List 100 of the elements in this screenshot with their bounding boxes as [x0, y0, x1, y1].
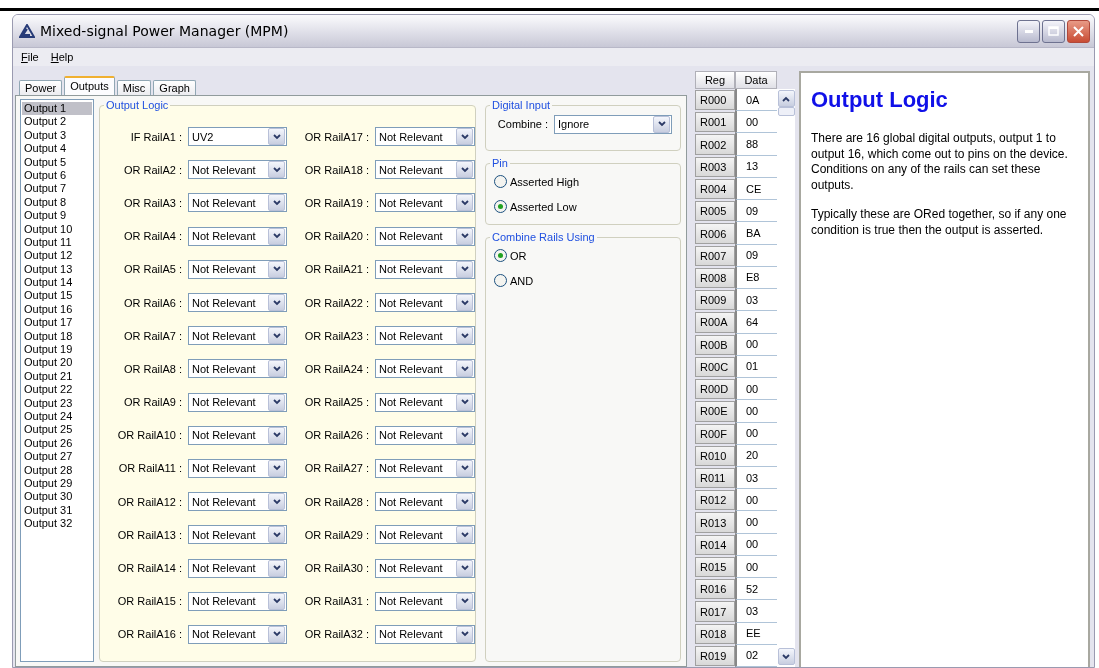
- dropdown[interactable]: Not Relevant: [375, 458, 475, 478]
- register-button[interactable]: R017: [695, 601, 735, 622]
- list-item[interactable]: Output 15: [22, 289, 92, 303]
- list-item[interactable]: Output 18: [22, 329, 92, 344]
- dropdown[interactable]: Not Relevant: [375, 359, 475, 379]
- list-item[interactable]: Output 22: [22, 383, 92, 397]
- dropdown[interactable]: Not Relevant: [375, 492, 475, 512]
- radio-button[interactable]: [494, 249, 507, 262]
- list-item[interactable]: Output 3: [22, 128, 92, 143]
- register-button[interactable]: R00C: [695, 356, 735, 378]
- dropdown[interactable]: Not Relevant: [375, 525, 475, 545]
- scroll-thumb[interactable]: [777, 107, 795, 116]
- register-button[interactable]: R001: [695, 112, 735, 133]
- list-item[interactable]: Output 8: [22, 195, 92, 210]
- list-item[interactable]: Output 17: [22, 316, 92, 330]
- register-button[interactable]: R010: [695, 445, 735, 466]
- list-item[interactable]: Output 27: [22, 450, 92, 464]
- list-item[interactable]: Output 1: [22, 102, 92, 116]
- register-button[interactable]: R002: [695, 134, 735, 155]
- list-item[interactable]: Output 9: [22, 209, 92, 223]
- dropdown[interactable]: Not Relevant: [188, 492, 287, 512]
- register-button[interactable]: R019: [695, 645, 735, 667]
- minimize-button[interactable]: [1017, 19, 1040, 43]
- tab[interactable]: Power: [19, 80, 63, 95]
- register-button[interactable]: R008: [695, 267, 735, 289]
- register-button[interactable]: R00B: [695, 334, 735, 355]
- register-button[interactable]: R011: [695, 468, 735, 489]
- list-item[interactable]: Output 26: [22, 436, 92, 451]
- list-item[interactable]: Output 12: [22, 249, 92, 263]
- list-item[interactable]: Output 23: [22, 396, 92, 410]
- register-button[interactable]: R007: [695, 245, 735, 266]
- list-item[interactable]: Output 10: [22, 222, 92, 236]
- menu-item[interactable]: File: [21, 51, 39, 63]
- dropdown[interactable]: Not Relevant: [375, 293, 475, 313]
- register-button[interactable]: R012: [695, 490, 735, 511]
- tab[interactable]: Graph: [153, 80, 196, 95]
- list-item[interactable]: Output 20: [22, 356, 92, 370]
- maximize-button[interactable]: [1042, 19, 1065, 43]
- dropdown[interactable]: Not Relevant: [188, 193, 287, 213]
- dropdown[interactable]: UV2: [188, 127, 287, 147]
- register-button[interactable]: R004: [695, 178, 735, 200]
- tab[interactable]: Outputs: [64, 76, 115, 95]
- dropdown[interactable]: Not Relevant: [188, 259, 287, 279]
- register-button[interactable]: R003: [695, 156, 735, 177]
- dropdown[interactable]: Not Relevant: [188, 458, 287, 478]
- radio-button[interactable]: [494, 274, 507, 287]
- list-item[interactable]: Output 11: [22, 235, 92, 250]
- register-button[interactable]: R018: [695, 623, 735, 644]
- register-button[interactable]: R000: [695, 90, 735, 111]
- register-button[interactable]: R005: [695, 201, 735, 222]
- list-item[interactable]: Output 29: [22, 476, 92, 491]
- dropdown[interactable]: Not Relevant: [188, 293, 287, 313]
- list-item[interactable]: Output 24: [22, 410, 92, 424]
- list-item[interactable]: Output 32: [22, 517, 92, 531]
- dropdown[interactable]: Not Relevant: [375, 591, 475, 611]
- register-button[interactable]: R00F: [695, 423, 735, 444]
- list-item[interactable]: Output 5: [22, 155, 92, 169]
- scrollbar[interactable]: [777, 89, 795, 667]
- list-item[interactable]: Output 31: [22, 503, 92, 518]
- list-item[interactable]: Output 4: [22, 142, 92, 156]
- dropdown[interactable]: Not Relevant: [188, 525, 287, 545]
- list-item[interactable]: Output 16: [22, 302, 92, 317]
- dropdown[interactable]: Not Relevant: [188, 425, 287, 445]
- dropdown[interactable]: Not Relevant: [375, 259, 475, 279]
- register-button[interactable]: R014: [695, 534, 735, 555]
- menu-item[interactable]: Help: [50, 51, 74, 63]
- list-item[interactable]: Output 14: [22, 276, 92, 290]
- dropdown[interactable]: Not Relevant: [375, 624, 475, 644]
- dropdown[interactable]: Not Relevant: [375, 127, 475, 147]
- close-button[interactable]: [1067, 19, 1090, 43]
- dropdown[interactable]: Not Relevant: [375, 425, 475, 445]
- register-button[interactable]: R006: [695, 223, 735, 244]
- radio-button[interactable]: [494, 200, 507, 213]
- list-item[interactable]: Output 21: [22, 369, 92, 384]
- tab[interactable]: Misc: [116, 80, 152, 95]
- dropdown[interactable]: Not Relevant: [375, 226, 475, 246]
- register-button[interactable]: R015: [695, 556, 735, 578]
- dropdown[interactable]: Ignore: [554, 114, 672, 134]
- list-item[interactable]: Output 13: [22, 262, 92, 277]
- dropdown[interactable]: Not Relevant: [188, 160, 287, 180]
- list-item[interactable]: Output 28: [22, 463, 92, 477]
- dropdown[interactable]: Not Relevant: [375, 160, 475, 180]
- list-item[interactable]: Output 30: [22, 490, 92, 504]
- dropdown[interactable]: Not Relevant: [188, 624, 287, 644]
- list-item[interactable]: Output 19: [22, 343, 92, 357]
- dropdown[interactable]: Not Relevant: [375, 326, 475, 346]
- register-button[interactable]: R00D: [695, 379, 735, 400]
- register-button[interactable]: R009: [695, 290, 735, 311]
- register-button[interactable]: R013: [695, 512, 735, 533]
- dropdown[interactable]: Not Relevant: [188, 326, 287, 346]
- list-item[interactable]: Output 6: [22, 168, 92, 183]
- radio-button[interactable]: [494, 175, 507, 188]
- list-item[interactable]: Output 25: [22, 423, 92, 437]
- register-button[interactable]: R00E: [695, 401, 735, 422]
- register-button[interactable]: R016: [695, 579, 735, 600]
- register-button[interactable]: R00A: [695, 312, 735, 333]
- dropdown[interactable]: Not Relevant: [188, 392, 287, 412]
- dropdown[interactable]: Not Relevant: [375, 392, 475, 412]
- dropdown[interactable]: Not Relevant: [375, 558, 475, 578]
- dropdown[interactable]: Not Relevant: [188, 226, 287, 246]
